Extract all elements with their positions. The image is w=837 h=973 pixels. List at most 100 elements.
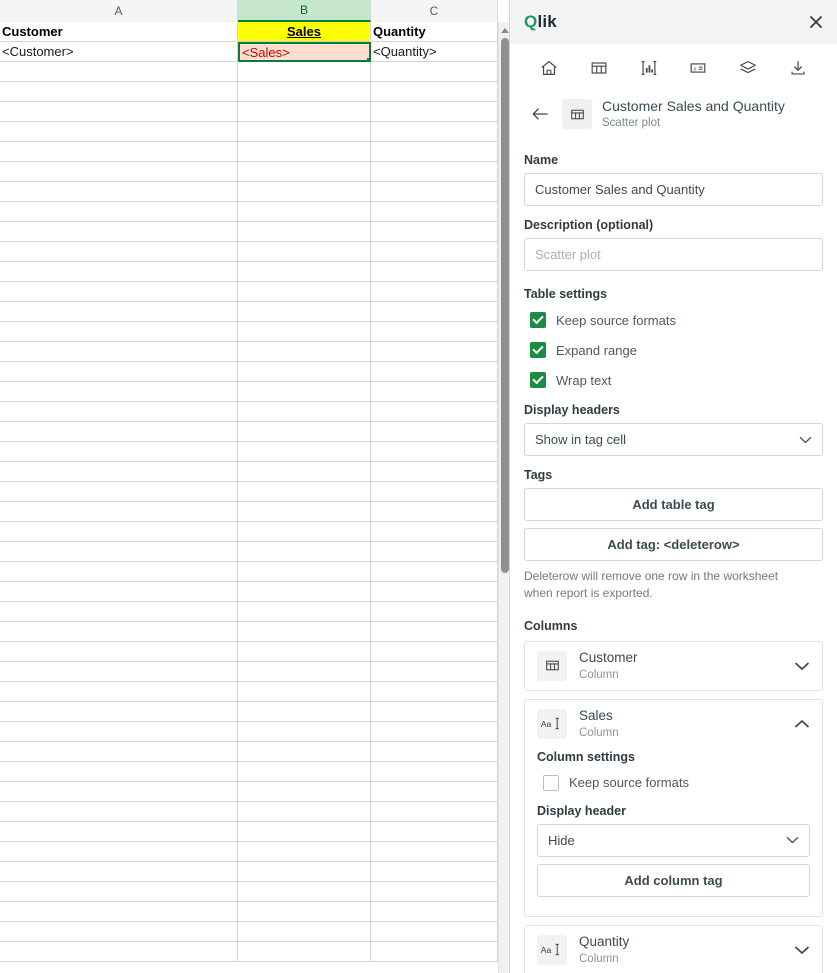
- empty-cell[interactable]: [238, 522, 371, 542]
- empty-cell[interactable]: [0, 322, 238, 342]
- chevron-down-icon[interactable]: [794, 661, 810, 671]
- empty-cell[interactable]: [0, 842, 238, 862]
- empty-cell[interactable]: [371, 322, 498, 342]
- close-icon[interactable]: [805, 11, 827, 33]
- empty-cell[interactable]: [0, 262, 238, 282]
- empty-cell[interactable]: [0, 462, 238, 482]
- empty-cell[interactable]: [238, 202, 371, 222]
- column-header-c[interactable]: C: [371, 0, 498, 22]
- empty-cell[interactable]: [371, 862, 498, 882]
- column-header-a[interactable]: A: [0, 0, 238, 22]
- empty-cell[interactable]: [371, 162, 498, 182]
- empty-cell[interactable]: [238, 662, 371, 682]
- empty-cell[interactable]: [238, 762, 371, 782]
- empty-cell[interactable]: [371, 922, 498, 942]
- empty-cell[interactable]: [371, 462, 498, 482]
- empty-cell[interactable]: [371, 382, 498, 402]
- empty-cell[interactable]: [0, 362, 238, 382]
- empty-cell[interactable]: [0, 602, 238, 622]
- empty-cell[interactable]: [371, 542, 498, 562]
- empty-cell[interactable]: [0, 82, 238, 102]
- empty-cell[interactable]: [238, 82, 371, 102]
- column-header-sales[interactable]: Aa Sales Column: [525, 700, 822, 748]
- empty-cell[interactable]: [238, 722, 371, 742]
- empty-cell[interactable]: [238, 62, 371, 82]
- back-arrow-icon[interactable]: [528, 102, 552, 126]
- empty-cell[interactable]: [371, 842, 498, 862]
- column-header-customer[interactable]: Customer Column: [525, 642, 822, 690]
- empty-cell[interactable]: [0, 862, 238, 882]
- empty-cell[interactable]: [238, 882, 371, 902]
- empty-cell[interactable]: [371, 942, 498, 962]
- empty-cell[interactable]: [238, 742, 371, 762]
- empty-cell[interactable]: [238, 322, 371, 342]
- empty-cell[interactable]: [371, 422, 498, 442]
- empty-cell[interactable]: [0, 522, 238, 542]
- empty-cell[interactable]: [238, 642, 371, 662]
- empty-cell[interactable]: [371, 442, 498, 462]
- empty-cell[interactable]: [0, 122, 238, 142]
- empty-cell[interactable]: [0, 762, 238, 782]
- empty-cell[interactable]: [238, 502, 371, 522]
- empty-cell[interactable]: [371, 142, 498, 162]
- empty-cell[interactable]: [238, 182, 371, 202]
- checkbox-keep-source-formats[interactable]: Keep source formats: [524, 309, 823, 331]
- checkbox-icon[interactable]: [530, 342, 546, 358]
- empty-cell[interactable]: [0, 302, 238, 322]
- spreadsheet-grid[interactable]: Customer Sales Quantity <Customer> <Sale…: [0, 22, 498, 973]
- empty-cell[interactable]: [371, 242, 498, 262]
- add-deleterow-tag-button[interactable]: Add tag: <deleterow>: [524, 528, 823, 561]
- empty-cell[interactable]: [0, 202, 238, 222]
- empty-cell[interactable]: [238, 462, 371, 482]
- empty-cell[interactable]: [0, 582, 238, 602]
- empty-cell[interactable]: [371, 822, 498, 842]
- formula-icon[interactable]: x: [682, 53, 714, 83]
- cell-c2[interactable]: <Quantity>: [371, 42, 498, 62]
- empty-cell[interactable]: [0, 502, 238, 522]
- empty-cell[interactable]: [371, 902, 498, 922]
- empty-cell[interactable]: [371, 62, 498, 82]
- empty-cell[interactable]: [0, 282, 238, 302]
- empty-cell[interactable]: [238, 862, 371, 882]
- empty-cell[interactable]: [371, 302, 498, 322]
- empty-cell[interactable]: [0, 942, 238, 962]
- empty-cell[interactable]: [371, 102, 498, 122]
- empty-cell[interactable]: [371, 402, 498, 422]
- empty-cell[interactable]: [371, 262, 498, 282]
- empty-cell[interactable]: [371, 522, 498, 542]
- download-icon[interactable]: [782, 53, 814, 83]
- empty-cell[interactable]: [238, 802, 371, 822]
- display-headers-select[interactable]: Show in tag cell: [524, 423, 823, 456]
- empty-cell[interactable]: [0, 662, 238, 682]
- empty-cell[interactable]: [0, 342, 238, 362]
- empty-cell[interactable]: [0, 442, 238, 462]
- cell-a1[interactable]: Customer: [0, 22, 238, 42]
- empty-cell[interactable]: [238, 422, 371, 442]
- name-input[interactable]: [524, 173, 823, 206]
- empty-cell[interactable]: [0, 702, 238, 722]
- empty-cell[interactable]: [238, 262, 371, 282]
- checkbox-column-keep-source-formats[interactable]: Keep source formats: [537, 772, 810, 794]
- display-header-select[interactable]: Hide: [537, 823, 810, 857]
- empty-cell[interactable]: [371, 562, 498, 582]
- empty-cell[interactable]: [371, 502, 498, 522]
- empty-cell[interactable]: [371, 882, 498, 902]
- empty-cell[interactable]: [0, 682, 238, 702]
- empty-cell[interactable]: [371, 362, 498, 382]
- empty-cell[interactable]: [238, 842, 371, 862]
- empty-cell[interactable]: [238, 342, 371, 362]
- empty-cell[interactable]: [238, 302, 371, 322]
- empty-cell[interactable]: [0, 922, 238, 942]
- empty-cell[interactable]: [371, 122, 498, 142]
- cell-a2[interactable]: <Customer>: [0, 42, 238, 62]
- empty-cell[interactable]: [238, 942, 371, 962]
- checkbox-expand-range[interactable]: Expand range: [524, 339, 823, 361]
- description-input[interactable]: [524, 238, 823, 271]
- empty-cell[interactable]: [238, 582, 371, 602]
- empty-cell[interactable]: [371, 642, 498, 662]
- column-header-b[interactable]: B: [238, 0, 371, 22]
- empty-cell[interactable]: [238, 162, 371, 182]
- empty-cell[interactable]: [371, 662, 498, 682]
- empty-cell[interactable]: [371, 222, 498, 242]
- checkbox-icon[interactable]: [530, 372, 546, 388]
